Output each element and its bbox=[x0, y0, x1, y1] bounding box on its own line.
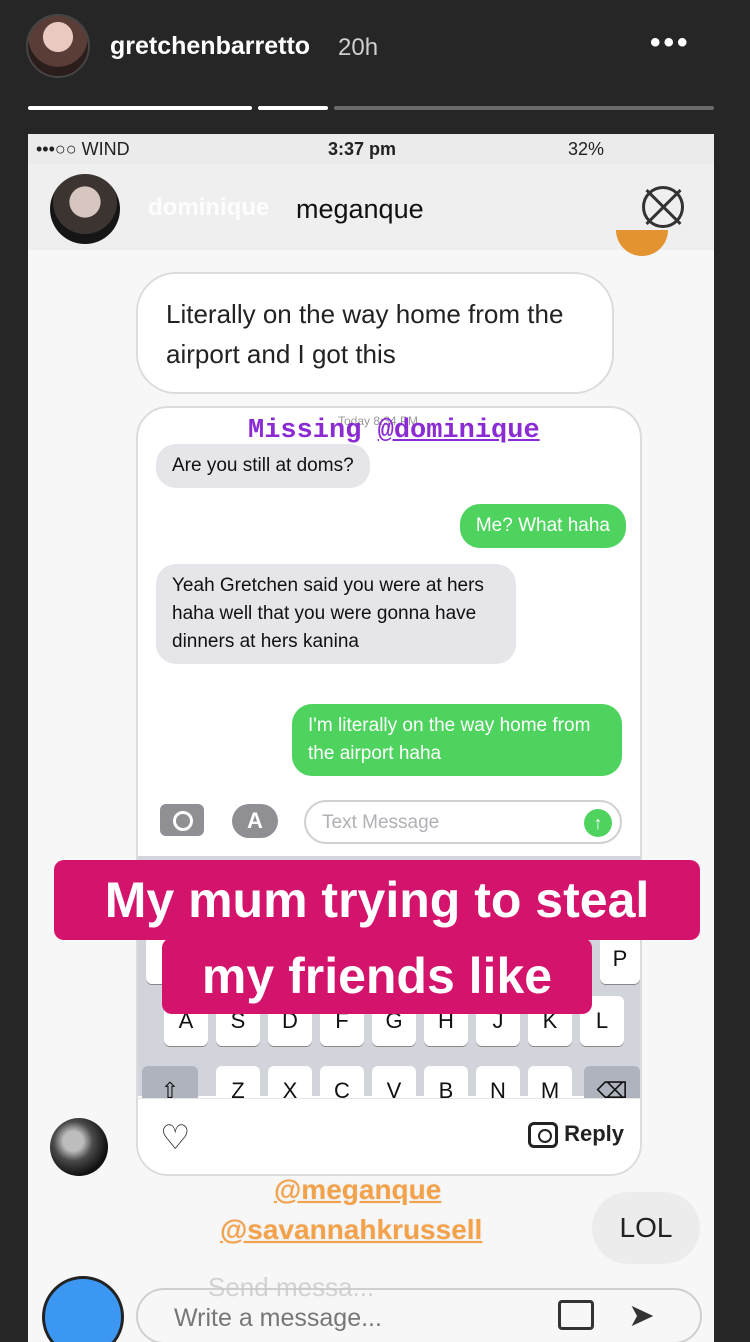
mention-sticker[interactable]: Missing @dominique bbox=[248, 416, 540, 446]
lol-bubble: LOL bbox=[592, 1192, 700, 1264]
story-avatar[interactable] bbox=[26, 14, 90, 78]
direct-send-icon[interactable]: ➤ bbox=[628, 1296, 655, 1334]
reply-button: Reply bbox=[528, 1121, 624, 1149]
message-bubble-sent: Me? What haha bbox=[459, 504, 626, 548]
message-bubble-received: Yeah Gretchen said you were at hers haha… bbox=[156, 564, 516, 664]
status-bar: •••○○ WIND 3:37 pm 32% bbox=[28, 134, 714, 164]
inner-story-header: dominique meganque bbox=[28, 164, 714, 250]
story-content: •••○○ WIND 3:37 pm 32% dominique meganqu… bbox=[28, 134, 714, 1342]
story-username[interactable]: gretchenbarretto bbox=[110, 32, 310, 61]
inner-avatar bbox=[50, 174, 120, 244]
inner-message-bar: Write a message... Send messa... ➤ bbox=[28, 1262, 714, 1342]
gallery-icon bbox=[558, 1300, 594, 1330]
caption-line-2: my friends like bbox=[162, 938, 592, 1014]
text-message-placeholder: Text Message bbox=[322, 812, 440, 833]
ghost-username: dominique bbox=[148, 194, 270, 221]
send-message-placeholder[interactable]: Send messa... bbox=[208, 1272, 374, 1303]
side-avatar bbox=[50, 1118, 108, 1176]
imessage-screenshot: Today 8:34 PM Missing @dominique Are you… bbox=[136, 406, 642, 1176]
text-message-field: Text Message ↑ bbox=[304, 800, 622, 844]
battery-label: 32% bbox=[568, 139, 605, 159]
write-message-placeholder: Write a message... bbox=[174, 1304, 382, 1332]
mention-tag[interactable]: @meganque bbox=[274, 1174, 441, 1206]
caption-line-1: My mum trying to steal bbox=[54, 860, 700, 940]
status-time: 3:37 pm bbox=[328, 139, 397, 159]
more-options-icon[interactable]: ••• bbox=[650, 26, 691, 60]
camera-icon bbox=[160, 804, 204, 836]
quoted-message-text: Literally on the way home from the airpo… bbox=[166, 299, 564, 369]
key-p: P bbox=[600, 934, 640, 984]
story-progress-segment-2 bbox=[258, 106, 328, 110]
story-timestamp: 20h bbox=[338, 34, 379, 61]
send-arrow-icon: ↑ bbox=[584, 809, 612, 837]
message-bubble-received: Are you still at doms? bbox=[156, 444, 370, 488]
reply-label: Reply bbox=[564, 1121, 624, 1146]
mention-tag[interactable]: @savannahkrussell bbox=[220, 1214, 482, 1246]
mention-prefix: Missing bbox=[248, 416, 378, 446]
appstore-icon: A bbox=[232, 804, 278, 838]
quoted-message-bubble: Literally on the way home from the airpo… bbox=[136, 272, 614, 394]
story-progress-segment-1 bbox=[28, 106, 252, 110]
inner-username: meganque bbox=[296, 194, 424, 224]
close-icon bbox=[642, 186, 684, 228]
message-bubble-sent: I'm literally on the way home from the a… bbox=[292, 704, 622, 776]
mention-handle[interactable]: @dominique bbox=[378, 416, 540, 446]
heart-icon: ♡ bbox=[160, 1119, 191, 1157]
camera-icon bbox=[528, 1122, 559, 1149]
carrier-label: •••○○ WIND bbox=[36, 139, 130, 159]
story-reply-bar: ♡ Reply bbox=[138, 1098, 640, 1174]
story-progress-segment-3 bbox=[334, 106, 714, 110]
orange-sticker bbox=[616, 230, 668, 256]
camera-icon bbox=[42, 1276, 124, 1342]
story-header: gretchenbarretto 20h ••• bbox=[0, 0, 750, 100]
